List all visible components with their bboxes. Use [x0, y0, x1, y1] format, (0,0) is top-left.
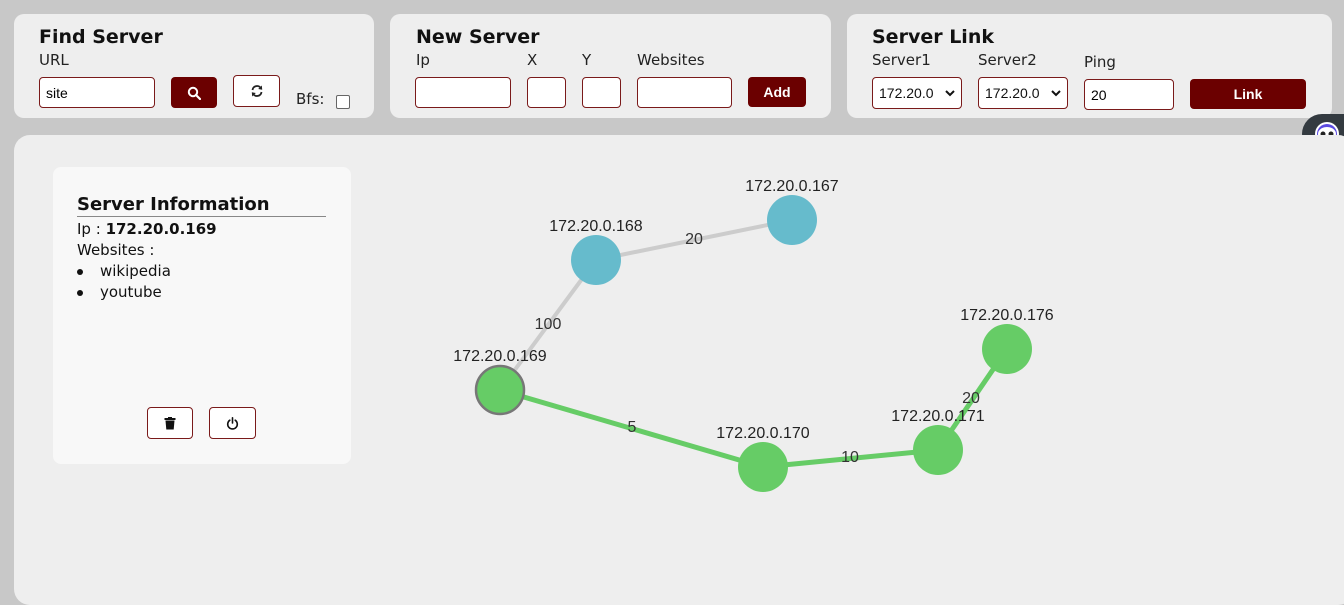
- edge-ping-label: 100: [535, 316, 562, 333]
- server-node-label: 172.20.0.170: [716, 425, 810, 442]
- server-information-title: Server Information: [77, 194, 326, 217]
- edge-ping-label: 10: [841, 449, 859, 466]
- server-ip-prefix: Ip :: [77, 220, 101, 238]
- server-node-label: 172.20.0.167: [745, 178, 839, 195]
- delete-server-button[interactable]: [147, 407, 193, 439]
- edge-ping-label: 20: [962, 390, 980, 407]
- website-item: youtube: [100, 283, 162, 301]
- server-node-label: 172.20.0.171: [891, 408, 985, 425]
- bullet-icon: [77, 269, 83, 275]
- websites-heading: Websites :: [77, 241, 155, 259]
- server-node-label: 172.20.0.169: [453, 348, 547, 365]
- server-ip-line: Ip : 172.20.0.169: [77, 220, 217, 238]
- server-node[interactable]: [982, 324, 1032, 374]
- server-node[interactable]: [913, 425, 963, 475]
- power-toggle-button[interactable]: [209, 407, 256, 439]
- bullet-icon: [77, 290, 83, 296]
- server-node-label: 172.20.0.176: [960, 307, 1054, 324]
- server-node[interactable]: [738, 442, 788, 492]
- website-item: wikipedia: [100, 262, 171, 280]
- server-node[interactable]: [767, 195, 817, 245]
- server-node[interactable]: [571, 235, 621, 285]
- server-ip-value: 172.20.0.169: [105, 220, 217, 238]
- edge-ping-label: 5: [628, 419, 637, 436]
- server-information-panel: Server Information Ip : 172.20.0.169 Web…: [53, 167, 351, 464]
- edge-ping-label: 20: [685, 231, 703, 248]
- server-node-label: 172.20.0.168: [549, 218, 643, 235]
- power-icon: [226, 416, 239, 430]
- trash-icon: [164, 416, 176, 429]
- server-node[interactable]: [474, 364, 526, 416]
